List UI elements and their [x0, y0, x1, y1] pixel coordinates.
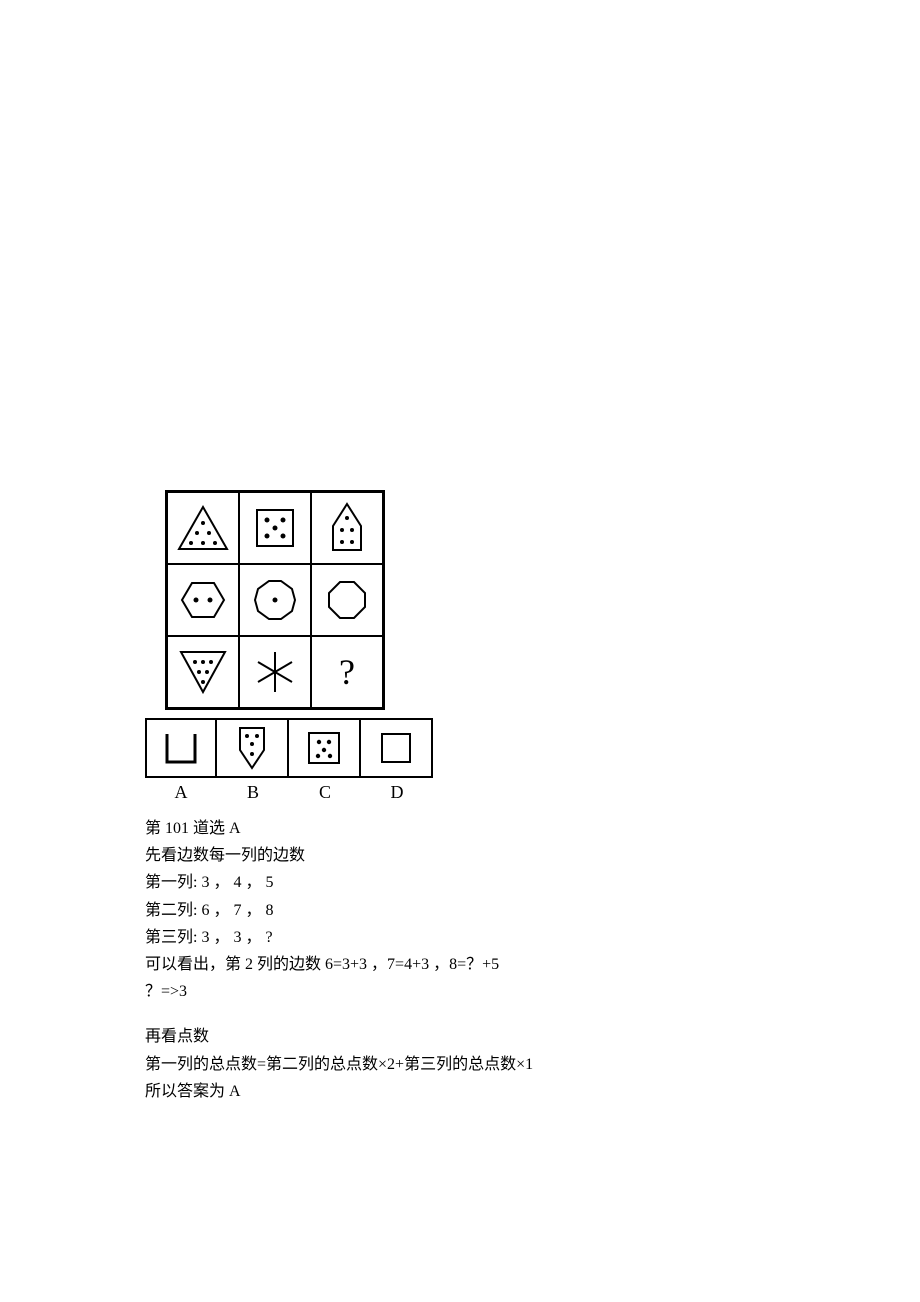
- cell-r2c1: [167, 564, 239, 636]
- cell-r1c3: [311, 492, 383, 564]
- cell-r2c3: [311, 564, 383, 636]
- option-d: [361, 718, 433, 778]
- question-mark: ?: [339, 651, 355, 693]
- line-1: 第 101 道选 A: [145, 815, 785, 842]
- answer-options: [145, 718, 785, 778]
- option-c: [289, 718, 361, 778]
- line-2: 先看边数每一列的边数: [145, 842, 785, 869]
- line-9: 第一列的总点数=第二列的总点数×2+第三列的总点数×1: [145, 1051, 785, 1078]
- label-a: A: [145, 782, 217, 803]
- cell-r1c1: [167, 492, 239, 564]
- line-10: 所以答案为 A: [145, 1078, 785, 1105]
- cell-r3c3: ?: [311, 636, 383, 708]
- option-a: [145, 718, 217, 778]
- cell-r2c2: [239, 564, 311, 636]
- line-3: 第一列: 3 ， 4 ， 5: [145, 869, 785, 896]
- label-b: B: [217, 782, 289, 803]
- cell-r1c2: [239, 492, 311, 564]
- option-b: [217, 718, 289, 778]
- option-labels: A B C D: [145, 782, 785, 803]
- cell-r3c2: [239, 636, 311, 708]
- line-7: ？=>3: [145, 978, 785, 1005]
- puzzle-grid: ?: [165, 490, 385, 710]
- line-6: 可以看出，第 2 列的边数 6=3+3 ，7=4+3 ，8=？+5: [145, 951, 785, 978]
- line-5: 第三列: 3 ， 3 ， ?: [145, 924, 785, 951]
- line-4: 第二列: 6 ， 7 ， 8: [145, 897, 785, 924]
- label-c: C: [289, 782, 361, 803]
- explanation-text: 第 101 道选 A 先看边数每一列的边数 第一列: 3 ， 4 ， 5 第二列…: [145, 815, 785, 1105]
- line-8: 再看点数: [145, 1023, 785, 1050]
- cell-r3c1: [167, 636, 239, 708]
- label-d: D: [361, 782, 433, 803]
